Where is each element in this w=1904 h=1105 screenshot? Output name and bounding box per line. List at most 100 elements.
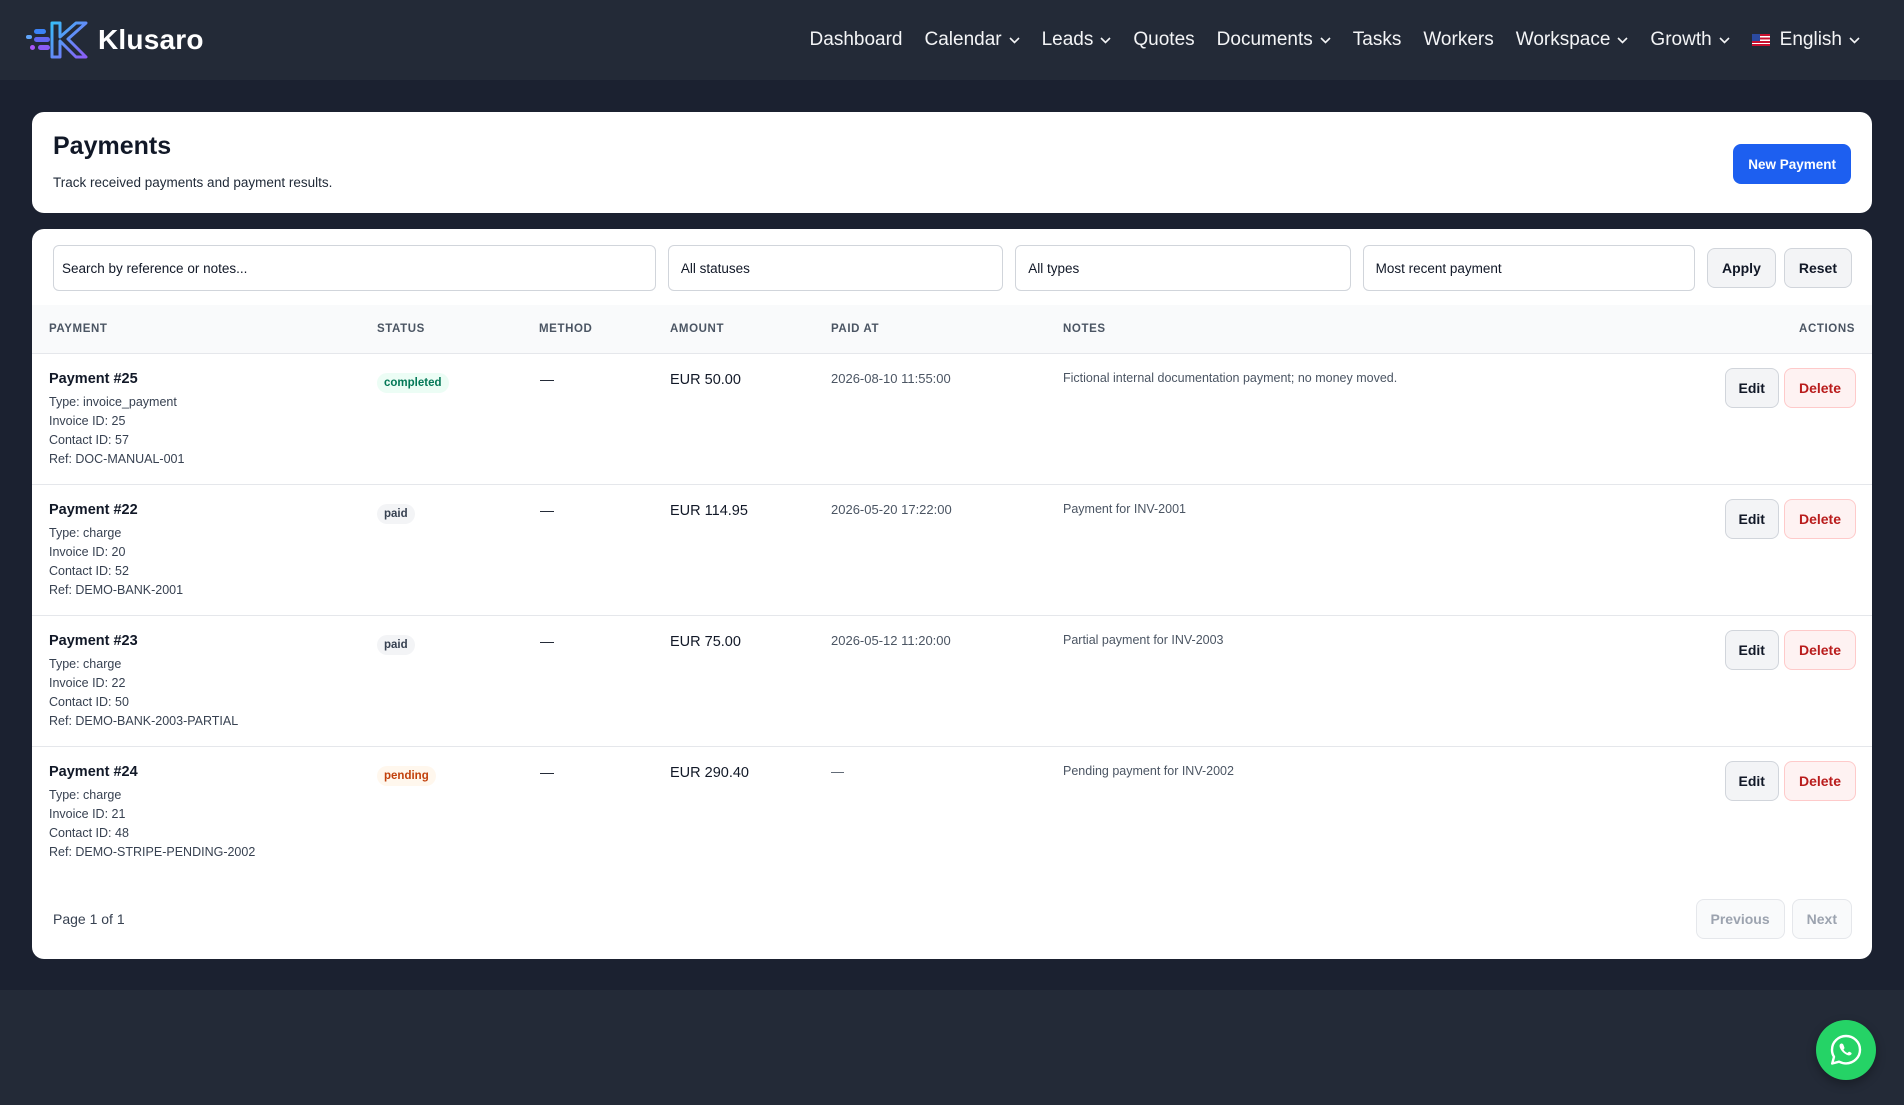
new-payment-button[interactable]: New Payment (1733, 144, 1851, 184)
payment-invoice-id: Invoice ID: 25 (49, 413, 126, 428)
language-selector[interactable]: English (1751, 29, 1860, 51)
payment-reference: Ref: DEMO-BANK-2003-PARTIAL (49, 713, 239, 728)
delete-button[interactable]: Delete (1783, 629, 1856, 670)
column-header-status: STATUS (377, 322, 425, 335)
nav-label: Quotes (1133, 29, 1195, 50)
method-cell: — (539, 746, 670, 880)
search-input[interactable]: Search by reference or notes... (53, 245, 656, 291)
nav-workers[interactable]: Workers (1423, 29, 1493, 51)
actions-cell: Edit Delete (1443, 746, 1872, 880)
method-value: — (540, 370, 554, 387)
page-footer (0, 990, 1904, 1105)
table-row: Payment #22 Type: charge Invoice ID: 20 … (32, 484, 1872, 615)
nav-label: Growth (1650, 29, 1712, 50)
apply-button[interactable]: Apply (1706, 248, 1776, 288)
status-cell: paid (377, 484, 539, 615)
chevron-down-icon (1617, 36, 1628, 44)
amount-cell: EUR 50.00 (670, 353, 831, 484)
payment-reference: Ref: DEMO-STRIPE-PENDING-2002 (49, 844, 256, 859)
nav-growth[interactable]: Growth (1650, 29, 1730, 51)
edit-button[interactable]: Edit (1724, 760, 1779, 801)
payment-title[interactable]: Payment #23 (49, 633, 377, 649)
next-page-button[interactable]: Next (1791, 899, 1852, 939)
nav-label: Dashboard (809, 29, 903, 50)
previous-page-button[interactable]: Previous (1695, 899, 1785, 939)
sort-select[interactable]: Most recent payment (1362, 245, 1695, 291)
payment-title[interactable]: Payment #25 (49, 371, 377, 387)
page-info: Page 1 of 1 (53, 911, 125, 927)
delete-button[interactable]: Delete (1783, 367, 1856, 408)
notes-cell: Payment for INV-2001 (1063, 484, 1443, 615)
table-header-row: PAYMENT STATUS METHOD AMOUNT PAID AT NOT… (32, 305, 1872, 353)
method-value: — (540, 632, 554, 649)
payments-table: PAYMENT STATUS METHOD AMOUNT PAID AT NOT… (32, 305, 1872, 880)
notes-value: Payment for INV-2001 (1063, 501, 1186, 516)
chevron-down-icon (1849, 36, 1860, 44)
top-navbar: Klusaro Dashboard Calendar Leads Quotes … (0, 0, 1904, 80)
payment-title[interactable]: Payment #22 (49, 502, 377, 518)
status-badge: paid (377, 503, 415, 524)
notes-cell: Pending payment for INV-2002 (1063, 746, 1443, 880)
reset-button[interactable]: Reset (1783, 248, 1852, 288)
paid-at-value: — (831, 763, 844, 779)
whatsapp-icon (1830, 1034, 1862, 1065)
method-value: — (540, 501, 554, 518)
status-select[interactable]: All statuses (667, 245, 1004, 291)
main-nav: Dashboard Calendar Leads Quotes Document… (810, 0, 1860, 80)
paid-at-cell: 2026-05-20 17:22:00 (831, 484, 1063, 615)
payment-type: Type: charge (49, 525, 122, 540)
method-cell: — (539, 615, 670, 746)
nav-workspace[interactable]: Workspace (1516, 29, 1629, 51)
nav-leads[interactable]: Leads (1042, 29, 1112, 51)
payment-cell: Payment #23 Type: charge Invoice ID: 22 … (32, 615, 377, 746)
paid-at-value: 2026-05-12 11:20:00 (831, 632, 951, 648)
status-cell: paid (377, 615, 539, 746)
payment-type: Type: charge (49, 656, 122, 671)
payment-type: Type: charge (49, 787, 122, 802)
nav-documents[interactable]: Documents (1217, 29, 1331, 51)
table-row: Payment #23 Type: charge Invoice ID: 22 … (32, 615, 1872, 746)
payment-contact-id: Contact ID: 50 (49, 694, 129, 709)
nav-quotes[interactable]: Quotes (1133, 29, 1194, 51)
type-select[interactable]: All types (1015, 245, 1351, 291)
amount-cell: EUR 290.40 (670, 746, 831, 880)
notes-cell: Partial payment for INV-2003 (1063, 615, 1443, 746)
actions-cell: Edit Delete (1443, 615, 1872, 746)
delete-button[interactable]: Delete (1783, 760, 1856, 801)
amount-value: EUR 114.95 (670, 502, 748, 519)
payment-invoice-id: Invoice ID: 21 (49, 806, 126, 821)
nav-dashboard[interactable]: Dashboard (810, 29, 903, 51)
brand-logo[interactable]: Klusaro (26, 19, 204, 61)
paid-at-cell: 2026-08-10 11:55:00 (831, 353, 1063, 484)
filter-bar: Search by reference or notes... All stat… (32, 229, 1872, 291)
paid-at-cell: 2026-05-12 11:20:00 (831, 615, 1063, 746)
payment-contact-id: Contact ID: 57 (49, 432, 129, 447)
payment-invoice-id: Invoice ID: 22 (49, 675, 126, 690)
payment-cell: Payment #24 Type: charge Invoice ID: 21 … (32, 746, 377, 880)
notes-cell: Fictional internal documentation payment… (1063, 353, 1443, 484)
paid-at-cell: — (831, 746, 1063, 880)
edit-button[interactable]: Edit (1724, 498, 1779, 539)
payment-reference: Ref: DOC-MANUAL-001 (49, 451, 185, 466)
nav-tasks[interactable]: Tasks (1353, 29, 1402, 51)
delete-button[interactable]: Delete (1783, 498, 1856, 539)
paid-at-value: 2026-08-10 11:55:00 (831, 370, 951, 386)
klusaro-logo-icon (26, 21, 88, 59)
chevron-down-icon (1009, 36, 1020, 44)
payment-title[interactable]: Payment #24 (49, 764, 377, 780)
amount-cell: EUR 114.95 (670, 484, 831, 615)
page-subtitle: Track received payments and payment resu… (53, 175, 333, 190)
nav-label: Documents (1216, 29, 1313, 50)
edit-button[interactable]: Edit (1724, 629, 1779, 670)
chevron-down-icon (1320, 36, 1331, 44)
method-value: — (540, 763, 554, 780)
paid-at-value: 2026-05-20 17:22:00 (831, 501, 952, 517)
page-header-card: Payments Track received payments and pay… (32, 112, 1872, 213)
nav-label: Workspace (1515, 29, 1611, 50)
nav-label: Workers (1423, 29, 1494, 50)
whatsapp-chat-button[interactable] (1816, 1020, 1876, 1080)
page-title: Payments (53, 132, 172, 160)
edit-button[interactable]: Edit (1724, 367, 1779, 408)
method-cell: — (539, 484, 670, 615)
nav-calendar[interactable]: Calendar (925, 29, 1020, 51)
